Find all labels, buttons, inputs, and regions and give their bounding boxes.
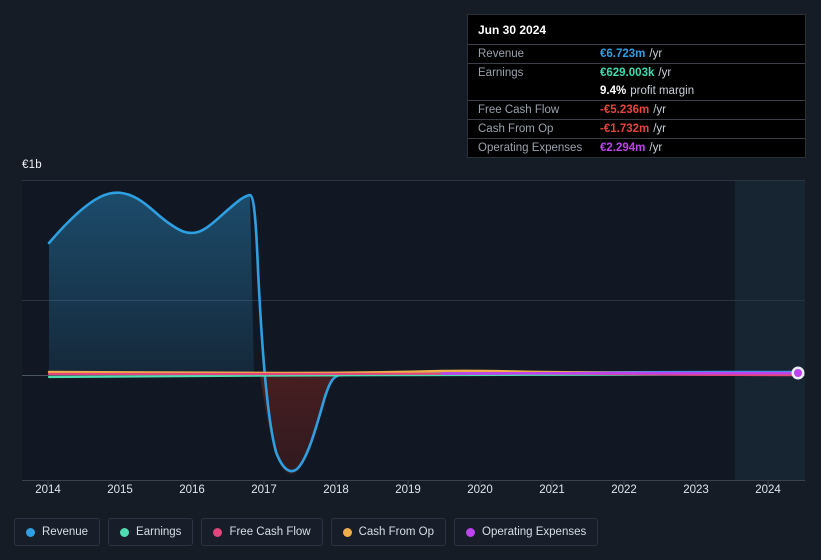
x-tick-mark-2019	[407, 480, 409, 485]
tooltip-unit-free-cash-flow: /yr	[653, 104, 667, 116]
x-tick-2021: 2021	[539, 484, 565, 496]
legend-label-cash-from-op: Cash From Op	[358, 526, 435, 538]
tooltip-value-revenue: €6.723m	[600, 48, 646, 60]
revenue-area-positive	[49, 192, 254, 375]
legend-item-free-cash-flow[interactable]: Free Cash Flow	[201, 518, 323, 546]
tooltip-value-free-cash-flow: -€5.236m	[600, 104, 650, 116]
legend-item-earnings[interactable]: Earnings	[108, 518, 194, 546]
legend-item-cash-from-op[interactable]: Cash From Op	[330, 518, 447, 546]
tooltip-unit-earnings: /yr	[658, 67, 672, 79]
plot-area	[22, 180, 805, 481]
tooltip-value-earnings: €629.003k	[600, 67, 655, 79]
x-tick-2014: 2014	[35, 484, 61, 496]
tooltip-row-operating-expenses: Operating Expenses €2.294m /yr	[468, 138, 805, 157]
x-tick-mark-2020	[479, 480, 481, 485]
legend-swatch-earnings-icon	[120, 527, 130, 537]
x-tick-2023: 2023	[683, 484, 709, 496]
x-tick-2019: 2019	[395, 484, 421, 496]
tooltip-row-free-cash-flow: Free Cash Flow -€5.236m /yr	[468, 100, 805, 119]
tooltip-value-profit-margin: 9.4%	[600, 85, 627, 97]
x-tick-mark-2022	[623, 480, 625, 485]
x-axis-line	[22, 480, 805, 481]
x-tick-mark-2015	[119, 480, 121, 485]
tooltip-label-cash-from-op: Cash From Op	[478, 123, 554, 135]
tooltip-date: Jun 30 2024	[478, 23, 547, 37]
x-axis: 2014 2015 2016 2017 2018 2019 2020 2021 …	[22, 484, 805, 502]
x-tick-mark-2021	[551, 480, 553, 485]
tooltip-unit-profit-margin: profit margin	[630, 85, 695, 97]
tooltip-label-free-cash-flow: Free Cash Flow	[478, 104, 560, 116]
x-tick-2016: 2016	[179, 484, 205, 496]
legend-label-revenue: Revenue	[42, 526, 89, 538]
tooltip-row-earnings: Earnings €629.003k /yr	[468, 63, 805, 82]
x-tick-2018: 2018	[323, 484, 349, 496]
tooltip-unit-cash-from-op: /yr	[653, 123, 667, 135]
legend-label-operating-expenses: Operating Expenses	[482, 526, 587, 538]
legend-swatch-free-cash-flow-icon	[213, 527, 223, 537]
endpoint-marker-operating-expenses[interactable]	[794, 369, 802, 377]
x-tick-mark-2023	[695, 480, 697, 485]
legend-swatch-operating-expenses-icon	[466, 527, 476, 537]
x-tick-mark-2017	[263, 480, 265, 485]
legend-swatch-cash-from-op-icon	[342, 527, 352, 537]
tooltip-value-cash-from-op: -€1.732m	[600, 123, 650, 135]
x-tick-2024: 2024	[755, 484, 781, 496]
chart-legend: Revenue Earnings Free Cash Flow Cash Fro…	[14, 518, 599, 546]
series-svg	[47, 191, 800, 475]
tooltip-row-cash-from-op: Cash From Op -€1.732m /yr	[468, 119, 805, 138]
financial-performance-chart: €1b €0 -€600m	[0, 0, 821, 560]
x-tick-mark-2024	[767, 480, 769, 485]
tooltip-unit-revenue: /yr	[649, 48, 663, 60]
legend-item-operating-expenses[interactable]: Operating Expenses	[454, 518, 599, 546]
tooltip-value-operating-expenses: €2.294m	[600, 142, 646, 154]
legend-item-revenue[interactable]: Revenue	[14, 518, 101, 546]
chart-tooltip: Jun 30 2024 Revenue €6.723m /yr Earnings…	[467, 14, 806, 158]
tooltip-label-operating-expenses: Operating Expenses	[478, 142, 583, 154]
x-tick-2020: 2020	[467, 484, 493, 496]
legend-label-earnings: Earnings	[136, 526, 182, 538]
legend-label-free-cash-flow: Free Cash Flow	[229, 526, 311, 538]
x-tick-2015: 2015	[107, 484, 133, 496]
tooltip-row-profit-margin: 9.4% profit margin	[468, 82, 805, 100]
tooltip-label-revenue: Revenue	[478, 48, 525, 60]
legend-swatch-revenue-icon	[26, 527, 35, 537]
x-tick-mark-2016	[191, 480, 193, 485]
y-axis-label-top: €1b	[22, 159, 42, 171]
x-tick-mark-2014	[47, 480, 49, 485]
x-tick-2017: 2017	[251, 484, 277, 496]
x-tick-2022: 2022	[611, 484, 637, 496]
x-tick-mark-2018	[335, 480, 337, 485]
tooltip-unit-operating-expenses: /yr	[649, 142, 663, 154]
tooltip-row-revenue: Revenue €6.723m /yr	[468, 44, 805, 63]
tooltip-label-earnings: Earnings	[478, 67, 524, 79]
